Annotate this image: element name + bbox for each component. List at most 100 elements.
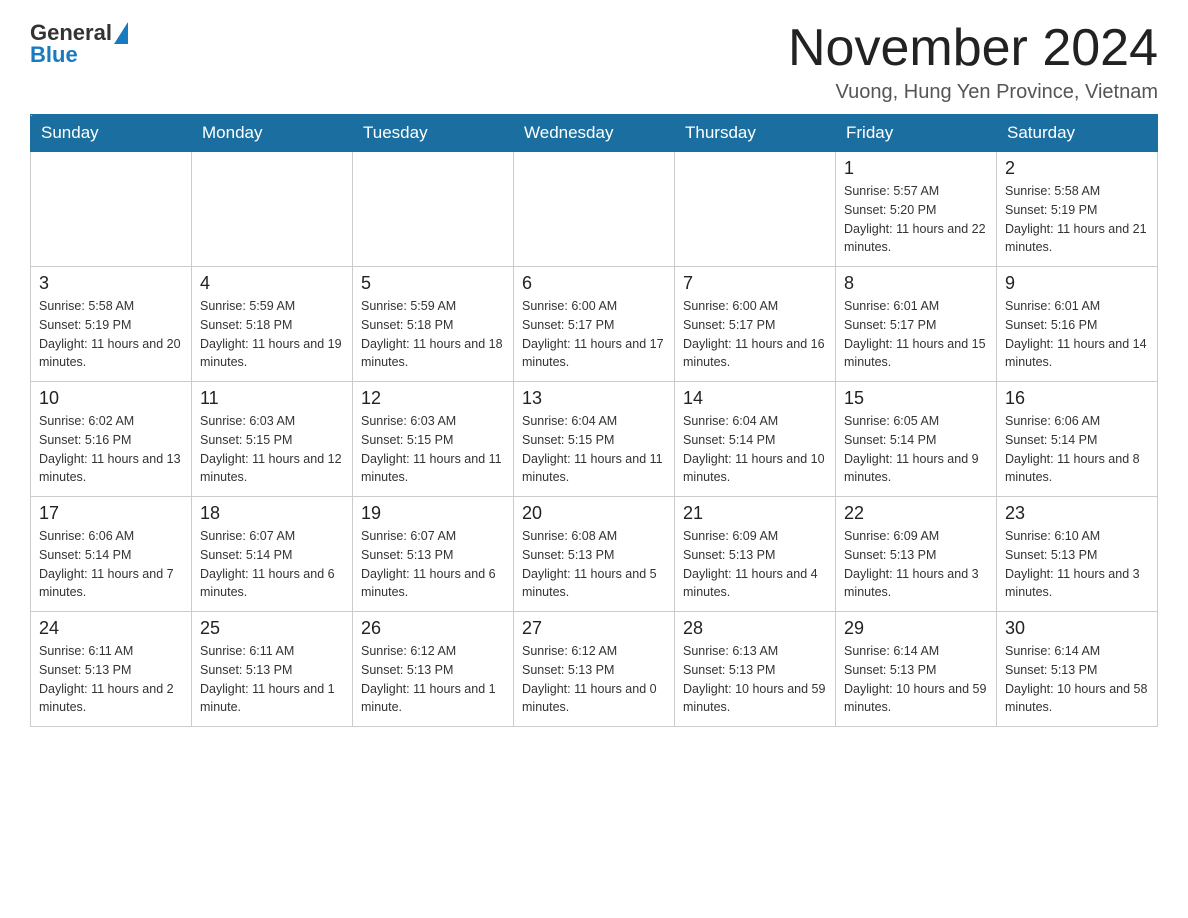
day-number: 30 (1005, 618, 1149, 639)
calendar-cell: 16 Sunrise: 6:06 AMSunset: 5:14 PMDayligh… (997, 382, 1158, 497)
day-info: Sunrise: 5:58 AMSunset: 5:19 PMDaylight:… (39, 297, 183, 372)
day-number: 19 (361, 503, 505, 524)
day-info: Sunrise: 6:00 AMSunset: 5:17 PMDaylight:… (522, 297, 666, 372)
day-number: 27 (522, 618, 666, 639)
day-info: Sunrise: 6:02 AMSunset: 5:16 PMDaylight:… (39, 412, 183, 487)
day-number: 1 (844, 158, 988, 179)
calendar-cell: 2 Sunrise: 5:58 AMSunset: 5:19 PMDaylight… (997, 152, 1158, 267)
calendar-cell: 7 Sunrise: 6:00 AMSunset: 5:17 PMDaylight… (675, 267, 836, 382)
day-number: 25 (200, 618, 344, 639)
day-info: Sunrise: 6:03 AMSunset: 5:15 PMDaylight:… (361, 412, 505, 487)
calendar-cell: 22 Sunrise: 6:09 AMSunset: 5:13 PMDayligh… (836, 497, 997, 612)
day-info: Sunrise: 5:58 AMSunset: 5:19 PMDaylight:… (1005, 182, 1149, 257)
day-number: 26 (361, 618, 505, 639)
location-text: Vuong, Hung Yen Province, Vietnam (788, 81, 1158, 104)
logo-blue-text: Blue (30, 42, 78, 68)
calendar-cell: 6Sunrise: 6:00 AMSunset: 5:17 PMDaylight… (514, 267, 675, 382)
day-number: 20 (522, 503, 666, 524)
day-number: 4 (200, 273, 344, 294)
page-header: General Blue November 2024 Vuong, Hung Y… (30, 20, 1158, 104)
calendar-header-row: SundayMondayTuesdayWednesdayThursdayFrid… (31, 115, 1158, 152)
calendar-cell: 1 Sunrise: 5:57 AMSunset: 5:20 PMDaylight… (836, 152, 997, 267)
week-row-2: 3 Sunrise: 5:58 AMSunset: 5:19 PMDaylight… (31, 267, 1158, 382)
calendar-cell (31, 152, 192, 267)
calendar-header-saturday: Saturday (997, 115, 1158, 152)
calendar-cell: 28 Sunrise: 6:13 AMSunset: 5:13 PMDayligh… (675, 612, 836, 727)
day-number: 22 (844, 503, 988, 524)
day-number: 18 (200, 503, 344, 524)
calendar-header-wednesday: Wednesday (514, 115, 675, 152)
day-number: 21 (683, 503, 827, 524)
day-info: Sunrise: 6:12 AMSunset: 5:13 PMDaylight:… (522, 642, 666, 717)
week-row-4: 17 Sunrise: 6:06 AMSunset: 5:14 PMDayligh… (31, 497, 1158, 612)
title-section: November 2024 Vuong, Hung Yen Province, … (788, 20, 1158, 104)
day-number: 5 (361, 273, 505, 294)
day-number: 11 (200, 388, 344, 409)
day-number: 8 (844, 273, 988, 294)
calendar-cell (514, 152, 675, 267)
day-info: Sunrise: 6:11 AMSunset: 5:13 PMDaylight:… (39, 642, 183, 717)
day-info: Sunrise: 6:06 AMSunset: 5:14 PMDaylight:… (39, 527, 183, 602)
day-info: Sunrise: 6:07 AMSunset: 5:14 PMDaylight:… (200, 527, 344, 602)
calendar-cell: 25Sunrise: 6:11 AMSunset: 5:13 PMDayligh… (192, 612, 353, 727)
calendar-cell: 13Sunrise: 6:04 AMSunset: 5:15 PMDayligh… (514, 382, 675, 497)
calendar-header-friday: Friday (836, 115, 997, 152)
day-info: Sunrise: 5:57 AMSunset: 5:20 PMDaylight:… (844, 182, 988, 257)
calendar-cell: 10 Sunrise: 6:02 AMSunset: 5:16 PMDayligh… (31, 382, 192, 497)
day-number: 28 (683, 618, 827, 639)
calendar-cell (353, 152, 514, 267)
day-info: Sunrise: 6:05 AMSunset: 5:14 PMDaylight:… (844, 412, 988, 487)
calendar-cell: 18 Sunrise: 6:07 AMSunset: 5:14 PMDayligh… (192, 497, 353, 612)
calendar-cell: 29 Sunrise: 6:14 AMSunset: 5:13 PMDayligh… (836, 612, 997, 727)
calendar-cell: 19 Sunrise: 6:07 AMSunset: 5:13 PMDayligh… (353, 497, 514, 612)
day-number: 17 (39, 503, 183, 524)
calendar-cell: 15 Sunrise: 6:05 AMSunset: 5:14 PMDayligh… (836, 382, 997, 497)
day-number: 7 (683, 273, 827, 294)
day-number: 16 (1005, 388, 1149, 409)
calendar-header-monday: Monday (192, 115, 353, 152)
day-info: Sunrise: 5:59 AMSunset: 5:18 PMDaylight:… (200, 297, 344, 372)
calendar-table: SundayMondayTuesdayWednesdayThursdayFrid… (30, 114, 1158, 727)
day-info: Sunrise: 6:10 AMSunset: 5:13 PMDaylight:… (1005, 527, 1149, 602)
day-number: 29 (844, 618, 988, 639)
calendar-cell: 21Sunrise: 6:09 AMSunset: 5:13 PMDayligh… (675, 497, 836, 612)
day-info: Sunrise: 6:07 AMSunset: 5:13 PMDaylight:… (361, 527, 505, 602)
day-number: 14 (683, 388, 827, 409)
day-info: Sunrise: 6:01 AMSunset: 5:17 PMDaylight:… (844, 297, 988, 372)
day-number: 9 (1005, 273, 1149, 294)
calendar-cell: 8 Sunrise: 6:01 AMSunset: 5:17 PMDaylight… (836, 267, 997, 382)
calendar-cell: 12 Sunrise: 6:03 AMSunset: 5:15 PMDayligh… (353, 382, 514, 497)
calendar-cell: 27 Sunrise: 6:12 AMSunset: 5:13 PMDayligh… (514, 612, 675, 727)
day-info: Sunrise: 6:00 AMSunset: 5:17 PMDaylight:… (683, 297, 827, 372)
day-info: Sunrise: 6:12 AMSunset: 5:13 PMDaylight:… (361, 642, 505, 717)
week-row-5: 24 Sunrise: 6:11 AMSunset: 5:13 PMDayligh… (31, 612, 1158, 727)
calendar-cell: 17 Sunrise: 6:06 AMSunset: 5:14 PMDayligh… (31, 497, 192, 612)
week-row-3: 10 Sunrise: 6:02 AMSunset: 5:16 PMDayligh… (31, 382, 1158, 497)
day-info: Sunrise: 6:09 AMSunset: 5:13 PMDaylight:… (844, 527, 988, 602)
day-number: 2 (1005, 158, 1149, 179)
calendar-cell: 3 Sunrise: 5:58 AMSunset: 5:19 PMDaylight… (31, 267, 192, 382)
calendar-cell (192, 152, 353, 267)
calendar-cell: 5Sunrise: 5:59 AMSunset: 5:18 PMDaylight… (353, 267, 514, 382)
calendar-header-thursday: Thursday (675, 115, 836, 152)
calendar-header-sunday: Sunday (31, 115, 192, 152)
calendar-cell: 20 Sunrise: 6:08 AMSunset: 5:13 PMDayligh… (514, 497, 675, 612)
calendar-cell: 4 Sunrise: 5:59 AMSunset: 5:18 PMDaylight… (192, 267, 353, 382)
day-info: Sunrise: 6:03 AMSunset: 5:15 PMDaylight:… (200, 412, 344, 487)
logo: General Blue (30, 20, 128, 68)
day-number: 24 (39, 618, 183, 639)
day-number: 23 (1005, 503, 1149, 524)
calendar-cell: 24 Sunrise: 6:11 AMSunset: 5:13 PMDayligh… (31, 612, 192, 727)
day-info: Sunrise: 6:08 AMSunset: 5:13 PMDaylight:… (522, 527, 666, 602)
day-info: Sunrise: 6:14 AMSunset: 5:13 PMDaylight:… (844, 642, 988, 717)
logo-triangle-icon (114, 22, 128, 44)
calendar-cell (675, 152, 836, 267)
day-number: 3 (39, 273, 183, 294)
day-info: Sunrise: 6:13 AMSunset: 5:13 PMDaylight:… (683, 642, 827, 717)
calendar-cell: 14Sunrise: 6:04 AMSunset: 5:14 PMDayligh… (675, 382, 836, 497)
day-number: 12 (361, 388, 505, 409)
day-number: 10 (39, 388, 183, 409)
day-info: Sunrise: 6:06 AMSunset: 5:14 PMDaylight:… (1005, 412, 1149, 487)
day-info: Sunrise: 6:04 AMSunset: 5:15 PMDaylight:… (522, 412, 666, 487)
day-number: 15 (844, 388, 988, 409)
